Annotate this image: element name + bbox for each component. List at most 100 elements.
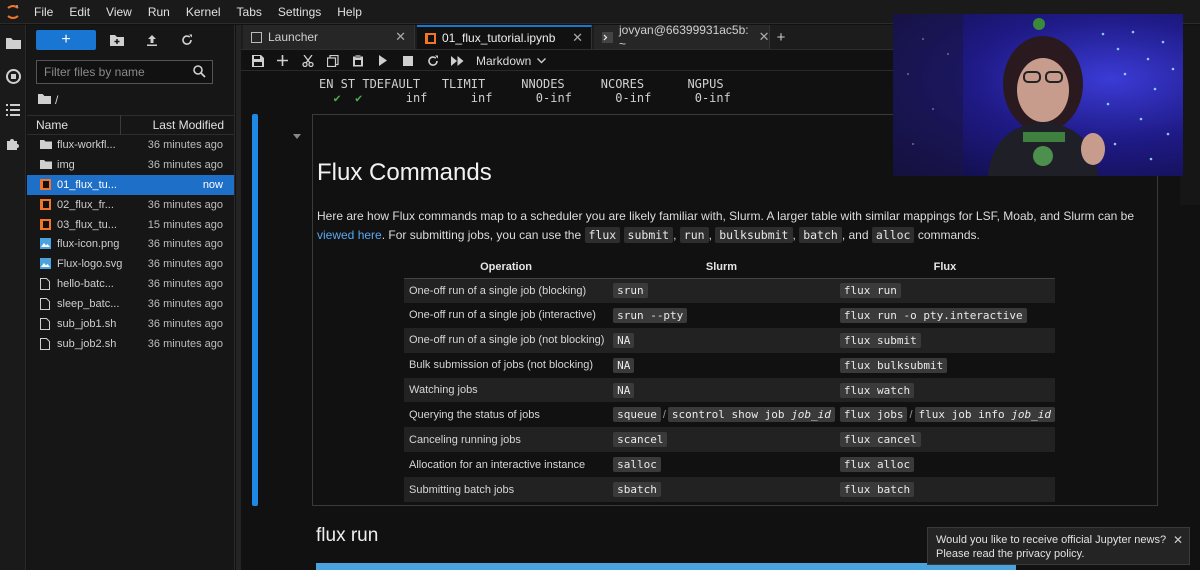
notification-line-2[interactable]: Please read the privacy policy.	[936, 547, 1181, 561]
new-launcher-button[interactable]: +	[36, 30, 96, 50]
file-list-item[interactable]: 01_flux_tu... now	[27, 174, 234, 195]
flux-cell: flux alloc	[835, 452, 1055, 477]
tab-launcher[interactable]: Launcher ✕	[243, 25, 415, 49]
news-notification: Would you like to receive official Jupyt…	[927, 527, 1190, 565]
flux-command: flux submit	[839, 332, 921, 348]
fast-forward-icon[interactable]	[445, 51, 470, 71]
punct: ,	[708, 228, 712, 242]
separator: /	[662, 409, 666, 422]
file-list-item[interactable]: flux-workfl... 36 minutes ago	[27, 135, 234, 155]
file-name: 01_flux_tu...	[57, 178, 117, 191]
search-icon	[193, 65, 206, 81]
menu-help[interactable]: Help	[329, 0, 370, 24]
presenter-video-image	[893, 14, 1175, 176]
slurm-cell: sbatch	[608, 477, 835, 503]
header-flux: Flux	[834, 256, 1055, 279]
active-cell-indicator[interactable]	[252, 114, 258, 506]
run-icon[interactable]	[370, 51, 395, 71]
close-icon[interactable]: ✕	[562, 30, 583, 46]
file-list-item[interactable]: sleep_batc... 36 minutes ago	[27, 294, 234, 314]
running-icon[interactable]	[0, 59, 26, 93]
operation-cell: Watching jobs	[404, 377, 609, 403]
separator: /	[909, 409, 913, 422]
extension-icon[interactable]	[0, 127, 26, 161]
insert-cell-icon[interactable]	[270, 51, 295, 71]
cell-type-dropdown[interactable]: Markdown	[476, 54, 547, 68]
close-icon[interactable]: ✕	[1173, 533, 1183, 547]
terminal-icon	[602, 31, 613, 43]
code-flux: flux	[584, 227, 621, 243]
file-icon	[40, 337, 52, 350]
file-name: 02_flux_fr...	[57, 198, 114, 211]
code-alloc: alloc	[871, 227, 915, 243]
restart-icon[interactable]	[420, 51, 445, 71]
operation-cell: Canceling running jobs	[404, 427, 609, 453]
flux-cell: flux bulksubmit	[835, 353, 1055, 378]
save-icon[interactable]	[245, 51, 270, 71]
notebook-icon	[40, 218, 52, 231]
operation-cell: Allocation for an interactive instance	[409, 458, 586, 471]
table-row: Querying the status of jobs squeue / scontr…	[404, 402, 1055, 427]
file-list-item[interactable]: 02_flux_fr... 36 minutes ago	[27, 195, 234, 215]
file-list-item[interactable]: sub_job1.sh 36 minutes ago	[27, 314, 234, 334]
menu-edit[interactable]: Edit	[61, 0, 98, 24]
file-name: sub_job1.sh	[57, 317, 117, 330]
slurm-cell: NA	[608, 377, 835, 403]
breadcrumb-path[interactable]: /	[55, 93, 58, 107]
file-name: img	[57, 158, 75, 171]
file-icon	[40, 278, 52, 291]
slurm-cell: scancel	[608, 427, 835, 453]
flux-command: flux alloc	[839, 457, 915, 473]
table-row: Bulk submission of jobs (not blocking) NA…	[404, 353, 1055, 378]
file-list-item[interactable]: 03_flux_tu... 15 minutes ago	[27, 215, 234, 235]
file-list-item[interactable]: Flux-logo.svg 36 minutes ago	[27, 254, 234, 274]
menu-tabs[interactable]: Tabs	[229, 0, 270, 24]
notification-line-1: Would you like to receive official Jupyt…	[936, 534, 1167, 546]
tab-label: 01_flux_tutorial.ipynb	[442, 31, 556, 45]
flux-cell: flux submit	[834, 327, 1055, 353]
flux-command: flux run	[839, 283, 901, 299]
paragraph-text: Here are how Flux commands map to a sche…	[317, 209, 1135, 223]
file-list-item[interactable]: img 36 minutes ago	[27, 155, 234, 175]
file-filter-input[interactable]	[44, 65, 184, 79]
cut-icon[interactable]	[295, 51, 320, 71]
close-icon[interactable]: ✕	[385, 29, 406, 45]
flux-command: flux batch	[839, 482, 915, 498]
menu-kernel[interactable]: Kernel	[178, 0, 229, 24]
viewed-here-link[interactable]: viewed here	[317, 228, 382, 242]
tab-notebook[interactable]: 01_flux_tutorial.ipynb ✕	[417, 25, 592, 49]
paste-icon[interactable]	[345, 51, 370, 71]
folder-icon[interactable]	[0, 25, 26, 59]
copy-icon[interactable]	[320, 51, 345, 71]
file-list-item[interactable]: sub_job2.sh 36 minutes ago	[27, 334, 234, 354]
column-header-last-modified[interactable]: Last Modified	[121, 118, 234, 132]
tab-terminal[interactable]: jovyan@66399931ac5b: ~ ✕	[594, 23, 770, 51]
file-list-item[interactable]: hello-batc... 36 minutes ago	[27, 274, 234, 294]
paragraph-text: . For submitting jobs, you can use the	[381, 228, 582, 242]
add-tab-button[interactable]: +	[770, 25, 792, 49]
slurm-command: NA	[613, 382, 635, 398]
check-icon: ✔	[333, 91, 341, 105]
notebook-icon	[40, 198, 52, 211]
menu-view[interactable]: View	[98, 0, 140, 24]
stop-icon[interactable]	[395, 51, 420, 71]
slurm-command: NA	[613, 357, 635, 373]
upload-icon[interactable]	[135, 30, 169, 50]
tab-label: Launcher	[268, 30, 319, 44]
collapse-caret-icon[interactable]	[293, 134, 301, 139]
breadcrumb-folder-icon[interactable]	[38, 93, 51, 107]
close-icon[interactable]: ✕	[749, 29, 770, 45]
file-modified: 36 minutes ago	[147, 238, 223, 251]
menu-settings[interactable]: Settings	[270, 0, 329, 24]
operation-cell: One-off run of a single job (not blockin…	[404, 327, 609, 353]
jupyter-logo-icon	[0, 0, 26, 24]
menu-file[interactable]: File	[26, 0, 61, 24]
next-cell[interactable]	[316, 563, 1016, 570]
new-folder-icon[interactable]	[100, 30, 134, 50]
menu-run[interactable]: Run	[140, 0, 178, 24]
refresh-icon[interactable]	[170, 30, 204, 50]
column-header-name[interactable]: Name	[27, 115, 121, 135]
file-list-item[interactable]: flux-icon.png 36 minutes ago	[27, 234, 234, 254]
toc-icon[interactable]	[0, 93, 26, 127]
file-modified: 36 minutes ago	[147, 278, 223, 291]
